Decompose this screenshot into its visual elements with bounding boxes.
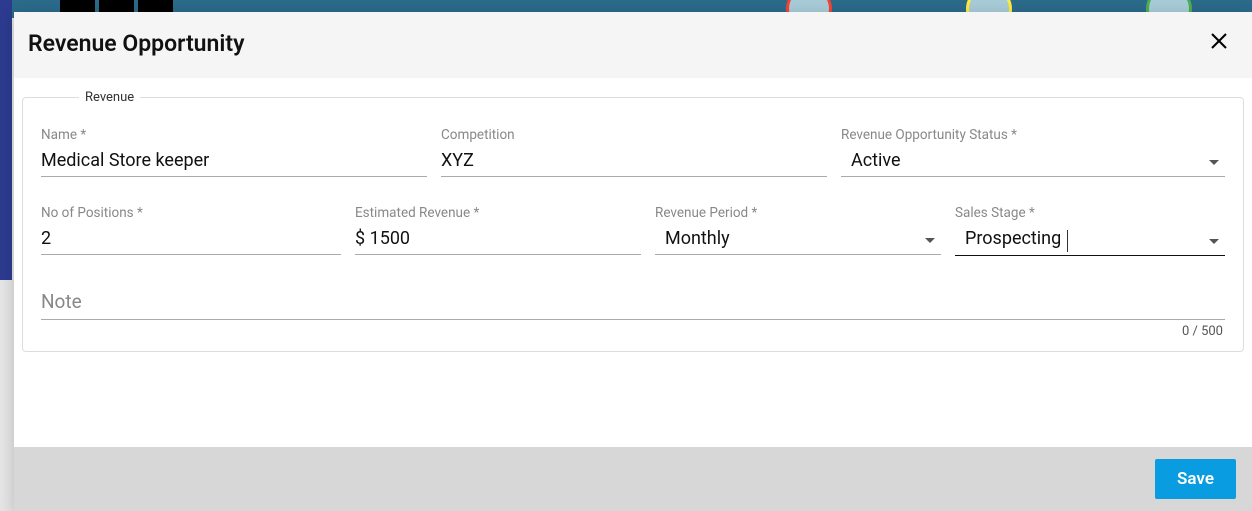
estimated-field-wrapper: Estimated Revenue * [355, 205, 641, 256]
status-select[interactable]: Active [841, 147, 1225, 177]
form-row-2: No of Positions * Estimated Revenue * Re… [41, 205, 1225, 256]
status-label: Revenue Opportunity Status * [841, 127, 1225, 143]
dialog-header: Revenue Opportunity [14, 12, 1252, 78]
status-field-wrapper: Revenue Opportunity Status * Active [841, 127, 1225, 177]
competition-field-wrapper: Competition [441, 127, 827, 177]
sales-field-wrapper: Sales Stage * Prospecting [955, 205, 1225, 256]
fieldset-legend: Revenue [79, 90, 140, 105]
backdrop-sidebar [0, 0, 12, 280]
name-input[interactable] [41, 147, 427, 177]
note-field-wrapper: Note [41, 284, 1225, 320]
form-row-note: Note [41, 284, 1225, 320]
dialog-footer: Save [14, 447, 1252, 511]
note-input[interactable]: Note [41, 284, 1225, 320]
estimated-label: Estimated Revenue * [355, 205, 641, 221]
estimated-input[interactable] [355, 225, 641, 255]
positions-field-wrapper: No of Positions * [41, 205, 341, 256]
text-cursor [1067, 230, 1068, 252]
competition-label: Competition [441, 127, 827, 143]
sales-select[interactable]: Prospecting [955, 225, 1225, 256]
name-label: Name * [41, 127, 427, 143]
chevron-down-icon [1209, 239, 1219, 244]
revenue-opportunity-dialog: Revenue Opportunity Revenue Name * Compe… [14, 12, 1252, 511]
name-field-wrapper: Name * [41, 127, 427, 177]
dialog-body: Revenue Name * Competition Revenue Oppor… [14, 78, 1252, 447]
status-value: Active [841, 147, 1225, 177]
revenue-fieldset: Revenue Name * Competition Revenue Oppor… [22, 90, 1244, 352]
sales-value: Prospecting [955, 225, 1225, 256]
sales-value-text: Prospecting [965, 228, 1061, 249]
form-row-1: Name * Competition Revenue Opportunity S… [41, 127, 1225, 177]
positions-input[interactable] [41, 225, 341, 255]
dialog-title: Revenue Opportunity [28, 30, 245, 57]
period-field-wrapper: Revenue Period * Monthly [655, 205, 941, 256]
period-select[interactable]: Monthly [655, 225, 941, 255]
note-counter: 0 / 500 [41, 324, 1225, 339]
close-button[interactable] [1206, 28, 1232, 58]
chevron-down-icon [925, 238, 935, 243]
save-button[interactable]: Save [1155, 459, 1236, 499]
close-icon [1210, 32, 1228, 50]
positions-label: No of Positions * [41, 205, 341, 221]
chevron-down-icon [1209, 160, 1219, 165]
period-value: Monthly [655, 225, 941, 255]
period-label: Revenue Period * [655, 205, 941, 221]
competition-input[interactable] [441, 147, 827, 177]
sales-label: Sales Stage * [955, 205, 1225, 221]
